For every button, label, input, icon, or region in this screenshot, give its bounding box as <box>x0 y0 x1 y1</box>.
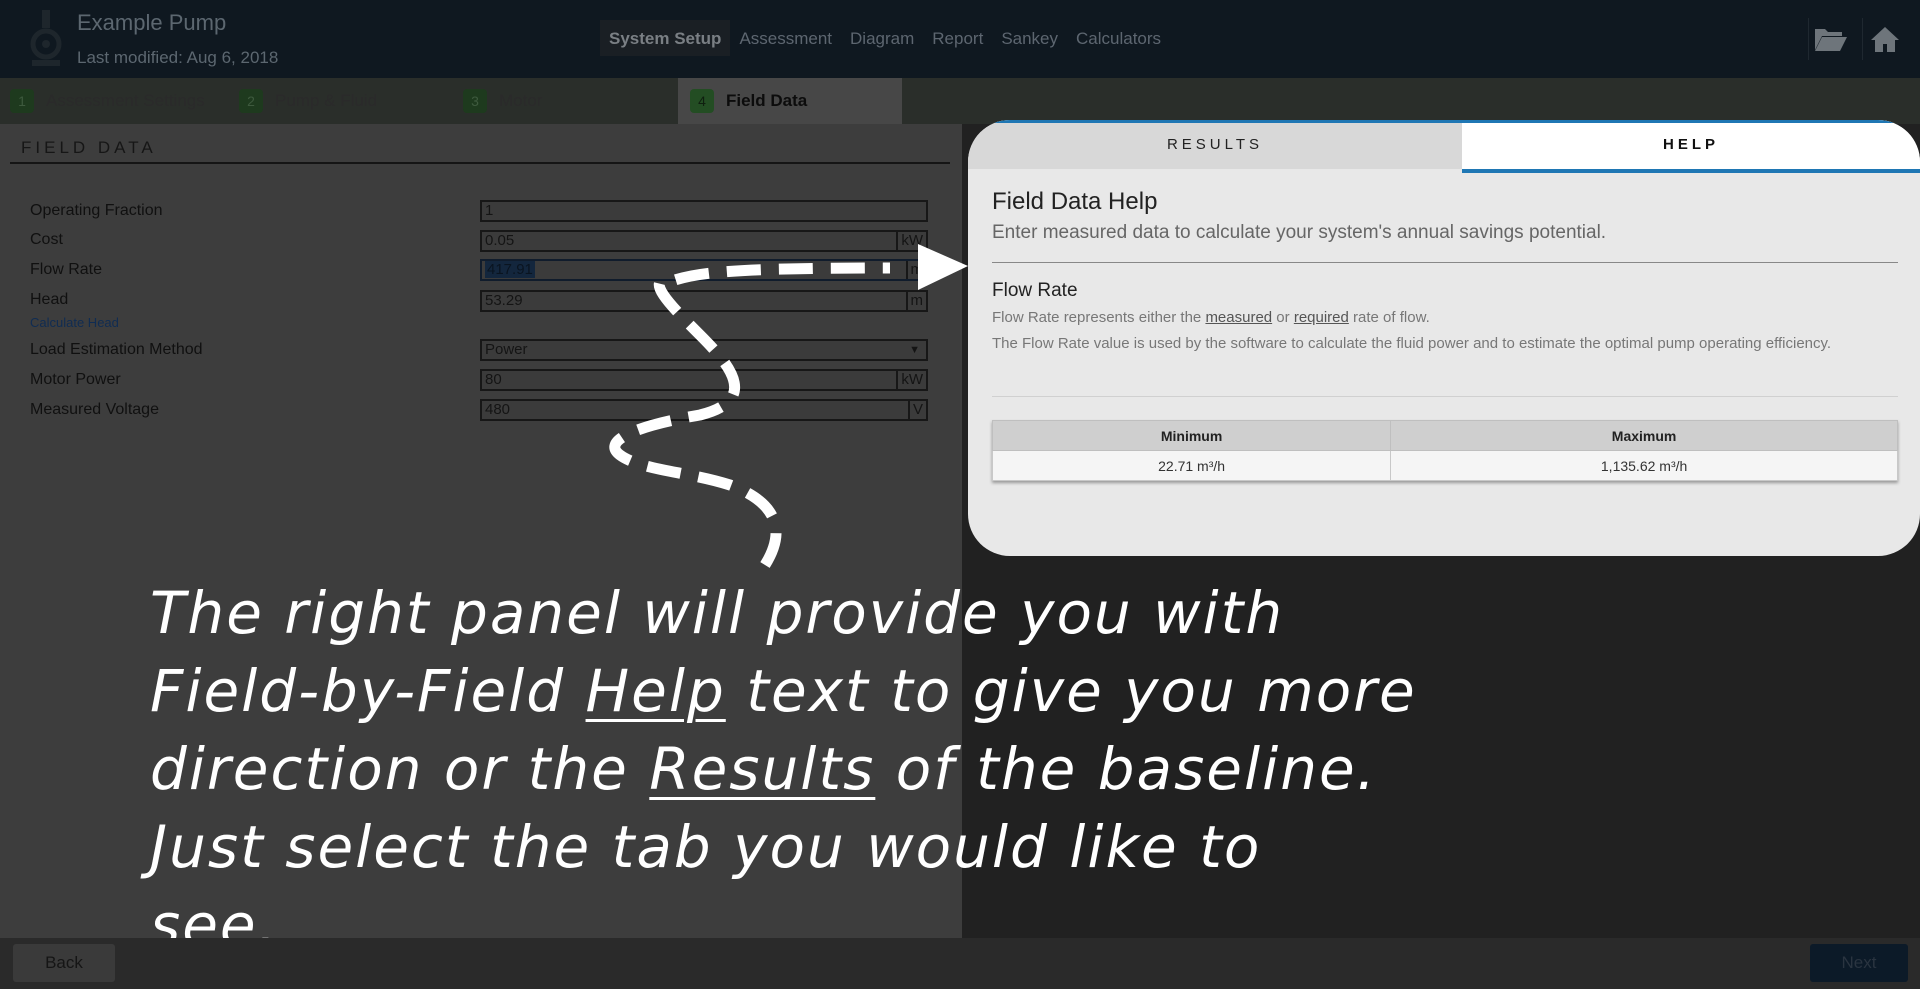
arrowhead <box>918 244 968 290</box>
tutorial-line: The right panel will provide you with <box>150 579 1285 647</box>
footer-bar: Back Next <box>0 938 1920 989</box>
tutorial-line: direction or the Results of the baseline… <box>150 735 1378 803</box>
back-button[interactable]: Back <box>13 944 115 982</box>
tutorial-line: Just select the tab you would like to <box>150 813 1262 881</box>
help-emphasis: Help <box>585 657 726 725</box>
tutorial-callout: The right panel will provide you with Fi… <box>150 574 1450 964</box>
tutorial-line: Field-by-Field Help text to give you mor… <box>150 657 1417 725</box>
next-button[interactable]: Next <box>1810 944 1908 982</box>
results-emphasis: Results <box>649 735 876 803</box>
